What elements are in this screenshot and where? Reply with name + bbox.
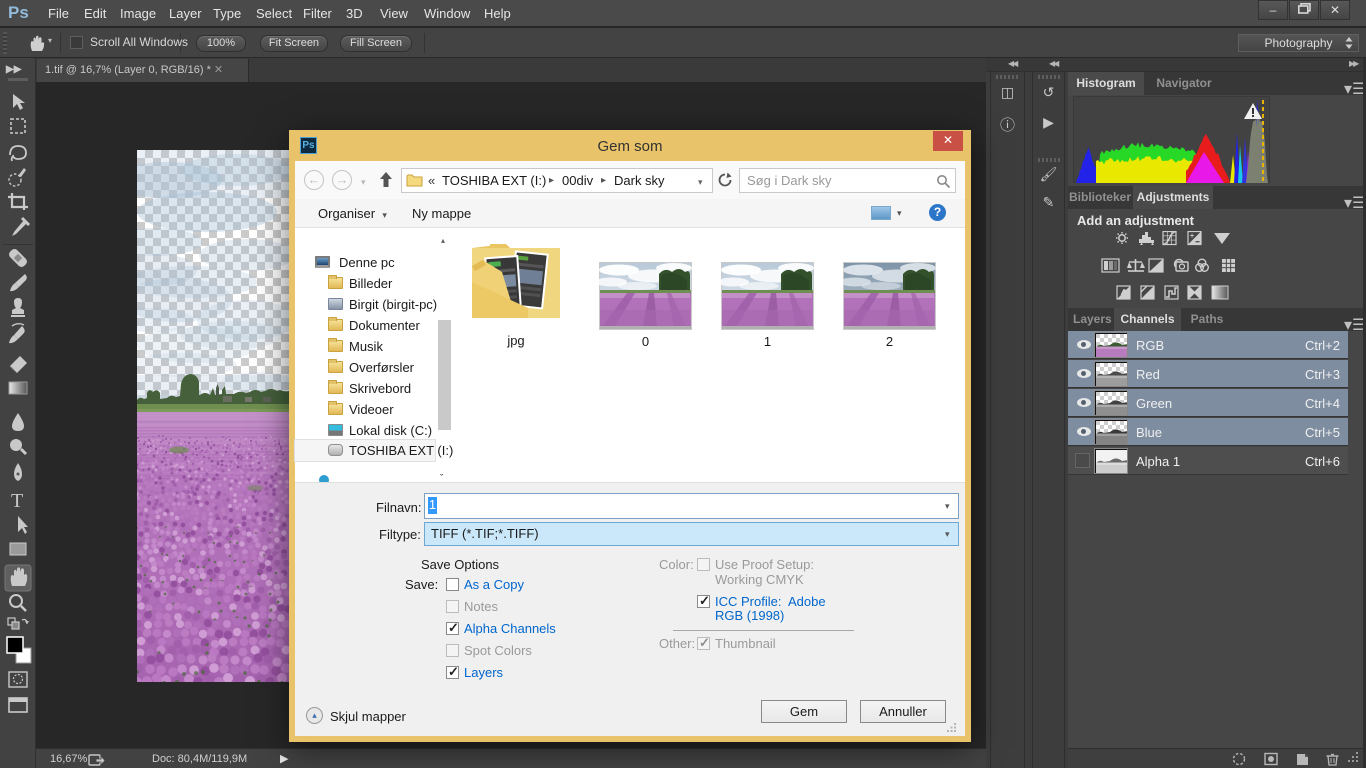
svg-text:+: + bbox=[1190, 233, 1194, 240]
svg-text:T: T bbox=[11, 490, 23, 512]
svg-text:▶▶: ▶▶ bbox=[5, 64, 23, 75]
